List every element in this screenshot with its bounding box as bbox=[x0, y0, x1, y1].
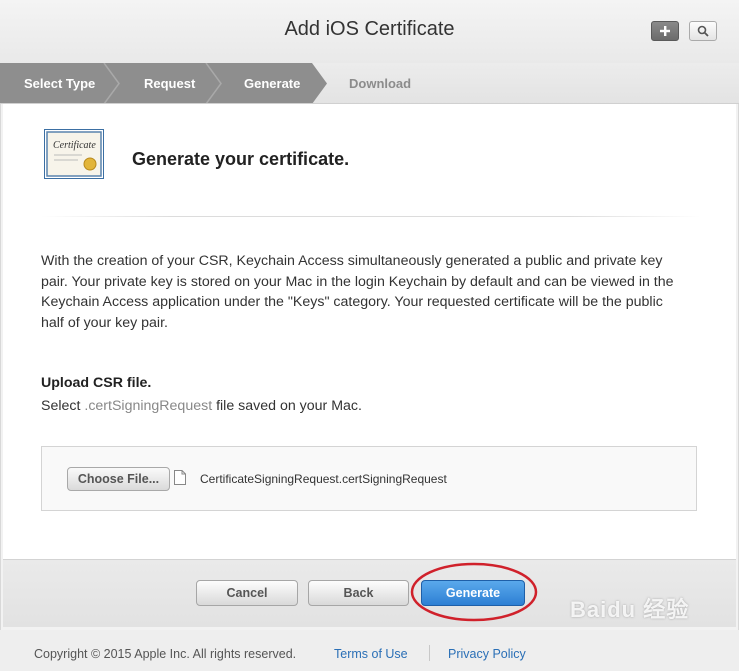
upload-prefix: Select bbox=[41, 398, 85, 414]
terms-of-use-link[interactable]: Terms of Use bbox=[334, 647, 408, 661]
plus-icon bbox=[660, 26, 670, 36]
search-button[interactable] bbox=[689, 21, 717, 41]
page-title: Add iOS Certificate bbox=[284, 18, 455, 40]
document-icon bbox=[174, 470, 186, 485]
step-navigation: Select Type Request Generate Download bbox=[0, 63, 739, 104]
choose-file-button[interactable]: Choose File... bbox=[67, 467, 170, 491]
step-generate: Generate bbox=[244, 76, 301, 91]
upload-suffix: file saved on your Mac. bbox=[212, 398, 362, 414]
page-heading: Generate your certificate. bbox=[132, 149, 350, 169]
cancel-button[interactable]: Cancel bbox=[196, 580, 298, 606]
step-download: Download bbox=[349, 76, 412, 91]
add-button[interactable] bbox=[651, 21, 679, 41]
upload-extension: .certSigningRequest bbox=[84, 398, 213, 414]
title-bar: Add iOS Certificate bbox=[0, 0, 739, 63]
main-content: Certificate Generate your certificate. W… bbox=[3, 104, 736, 559]
generate-button[interactable]: Generate bbox=[421, 580, 525, 606]
page-footer: Copyright © 2015 Apple Inc. All rights r… bbox=[0, 630, 739, 671]
description-text: With the creation of your CSR, Keychain … bbox=[41, 253, 674, 331]
search-icon bbox=[697, 25, 709, 37]
baidu-watermark: Baidu 经验 bbox=[570, 597, 690, 622]
upload-title: Upload CSR file. bbox=[41, 375, 152, 391]
privacy-policy-link[interactable]: Privacy Policy bbox=[448, 647, 526, 661]
file-upload-box: Choose File... CertificateSigningRequest… bbox=[41, 446, 697, 511]
step-select-type: Select Type bbox=[24, 76, 96, 91]
upload-instruction: Select .certSigningRequest file saved on… bbox=[41, 398, 362, 414]
certificate-icon-text: Certificate bbox=[53, 140, 96, 151]
selected-file-name: CertificateSigningRequest.certSigningReq… bbox=[200, 472, 447, 486]
footer-separator bbox=[429, 645, 430, 661]
certificate-icon: Certificate bbox=[44, 129, 104, 179]
divider bbox=[41, 216, 701, 217]
copyright-text: Copyright © 2015 Apple Inc. All rights r… bbox=[34, 647, 297, 661]
back-button[interactable]: Back bbox=[308, 580, 409, 606]
step-request: Request bbox=[144, 76, 196, 91]
